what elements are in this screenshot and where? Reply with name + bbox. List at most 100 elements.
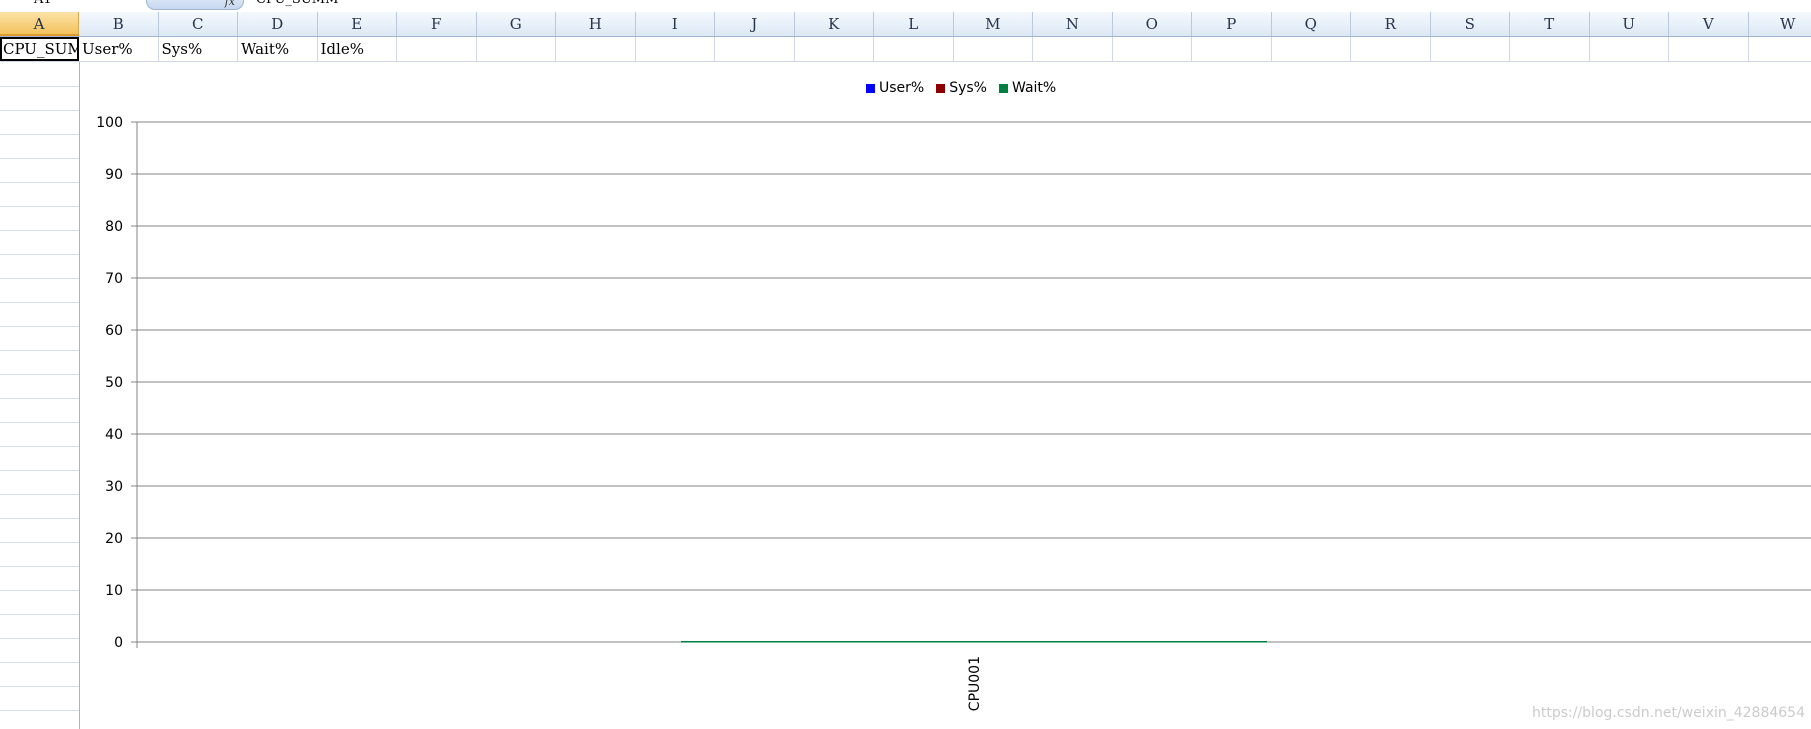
column-header-l[interactable]: L [874,12,954,36]
formula-separator: fx [146,0,244,10]
column-header-c[interactable]: C [159,12,238,36]
bar-wait-pct-cpu001[interactable] [681,641,1267,643]
cell-i1[interactable] [636,37,715,61]
legend-swatch [999,83,1008,93]
y-tick-label: 0 [114,635,123,651]
legend-swatch [866,83,875,93]
row-divider [0,542,79,543]
row-divider [0,566,79,567]
row-divider [0,686,79,687]
legend-item[interactable]: Wait% [999,80,1056,96]
row-divider [0,374,79,375]
cell-d1[interactable]: Wait% [238,37,318,61]
column-header-g[interactable]: G [477,12,556,36]
row-divider [0,86,79,87]
row-divider [0,518,79,519]
column-header-u[interactable]: U [1590,12,1669,36]
cell-n1[interactable] [1033,37,1113,61]
cell-r1[interactable] [1351,37,1431,61]
cell-m1[interactable] [954,37,1033,61]
column-headers: ABCDEFGHIJKLMNOPQRSTUVW [0,12,1811,37]
cell-w1[interactable] [1749,37,1811,61]
row-1: CPU_SUMMUser%Sys%Wait%Idle% [0,37,1811,62]
y-tick-label: 90 [105,167,123,183]
formula-input[interactable]: CPU_SUMM [256,0,338,10]
column-header-r[interactable]: R [1351,12,1431,36]
legend-label: User% [879,80,925,96]
row-divider [0,398,79,399]
y-tick-label: 100 [96,115,123,131]
column-header-k[interactable]: K [795,12,874,36]
chart-legend: User% Sys% Wait% [866,79,1056,97]
row-divider [0,350,79,351]
column-header-o[interactable]: O [1113,12,1192,36]
name-box[interactable]: A1 [0,0,142,10]
legend-label: Sys% [949,80,987,96]
row-divider [0,182,79,183]
cell-o1[interactable] [1113,37,1192,61]
row-divider [0,254,79,255]
row-divider [0,230,79,231]
cell-u1[interactable] [1590,37,1669,61]
column-header-f[interactable]: F [397,12,477,36]
cell-e1[interactable]: Idle% [318,37,397,61]
legend-item[interactable]: User% [866,80,924,96]
cell-p1[interactable] [1192,37,1272,61]
fx-icon[interactable]: fx [225,0,235,8]
chart[interactable]: 0 10 20 30 40 50 60 70 80 90 100 CPU001 User% Sys% Wa… [80,62,1811,729]
column-header-b[interactable]: B [79,12,159,36]
row-divider [0,158,79,159]
y-tick-label: 70 [105,271,123,287]
legend-swatch [936,83,946,93]
column-header-v[interactable]: V [1669,12,1749,36]
cell-v1[interactable] [1669,37,1749,61]
row-divider [0,110,79,111]
watermark: https://blog.csdn.net/weixin_42884654 [1531,705,1805,721]
cell-f1[interactable] [397,37,477,61]
column-header-s[interactable]: S [1431,12,1510,36]
cell-k1[interactable] [795,37,874,61]
column-header-n[interactable]: N [1033,12,1113,36]
row-divider [0,614,79,615]
row-headers [0,62,80,729]
column-header-q[interactable]: Q [1272,12,1351,36]
cell-b1[interactable]: User% [79,37,159,61]
cell-s1[interactable] [1431,37,1510,61]
column-header-m[interactable]: M [954,12,1033,36]
row-divider [0,494,79,495]
cell-q1[interactable] [1272,37,1351,61]
cell-t1[interactable] [1510,37,1590,61]
row-divider [0,134,79,135]
legend-label: Wait% [1012,80,1057,96]
column-header-e[interactable]: E [318,12,397,36]
x-tick-label: CPU001 [967,656,983,711]
row-divider [0,422,79,423]
column-header-d[interactable]: D [238,12,318,36]
row-divider [0,278,79,279]
row-divider [0,302,79,303]
cell-h1[interactable] [556,37,636,61]
row-divider [0,446,79,447]
column-header-w[interactable]: W [1749,12,1811,36]
cell-j1[interactable] [715,37,795,61]
chart-plot: 0 10 20 30 40 50 60 70 80 90 100 CPU001 [96,115,1811,711]
cell-g1[interactable] [477,37,556,61]
row-divider [0,326,79,327]
y-tick-label: 80 [105,219,123,235]
y-tick-label: 50 [105,375,123,391]
column-header-j[interactable]: J [715,12,795,36]
row-divider [0,206,79,207]
column-header-i[interactable]: I [636,12,715,36]
row-divider [0,710,79,711]
cell-a1[interactable]: CPU_SUMM [0,37,79,61]
row-divider [0,638,79,639]
column-header-t[interactable]: T [1510,12,1590,36]
cell-c1[interactable]: Sys% [159,37,238,61]
cell-l1[interactable] [874,37,954,61]
column-header-p[interactable]: P [1192,12,1272,36]
legend-item[interactable]: Sys% [936,80,987,96]
column-header-a[interactable]: A [0,12,79,36]
y-tick-label: 30 [105,479,123,495]
column-header-h[interactable]: H [556,12,636,36]
y-tick-label: 40 [105,427,123,443]
